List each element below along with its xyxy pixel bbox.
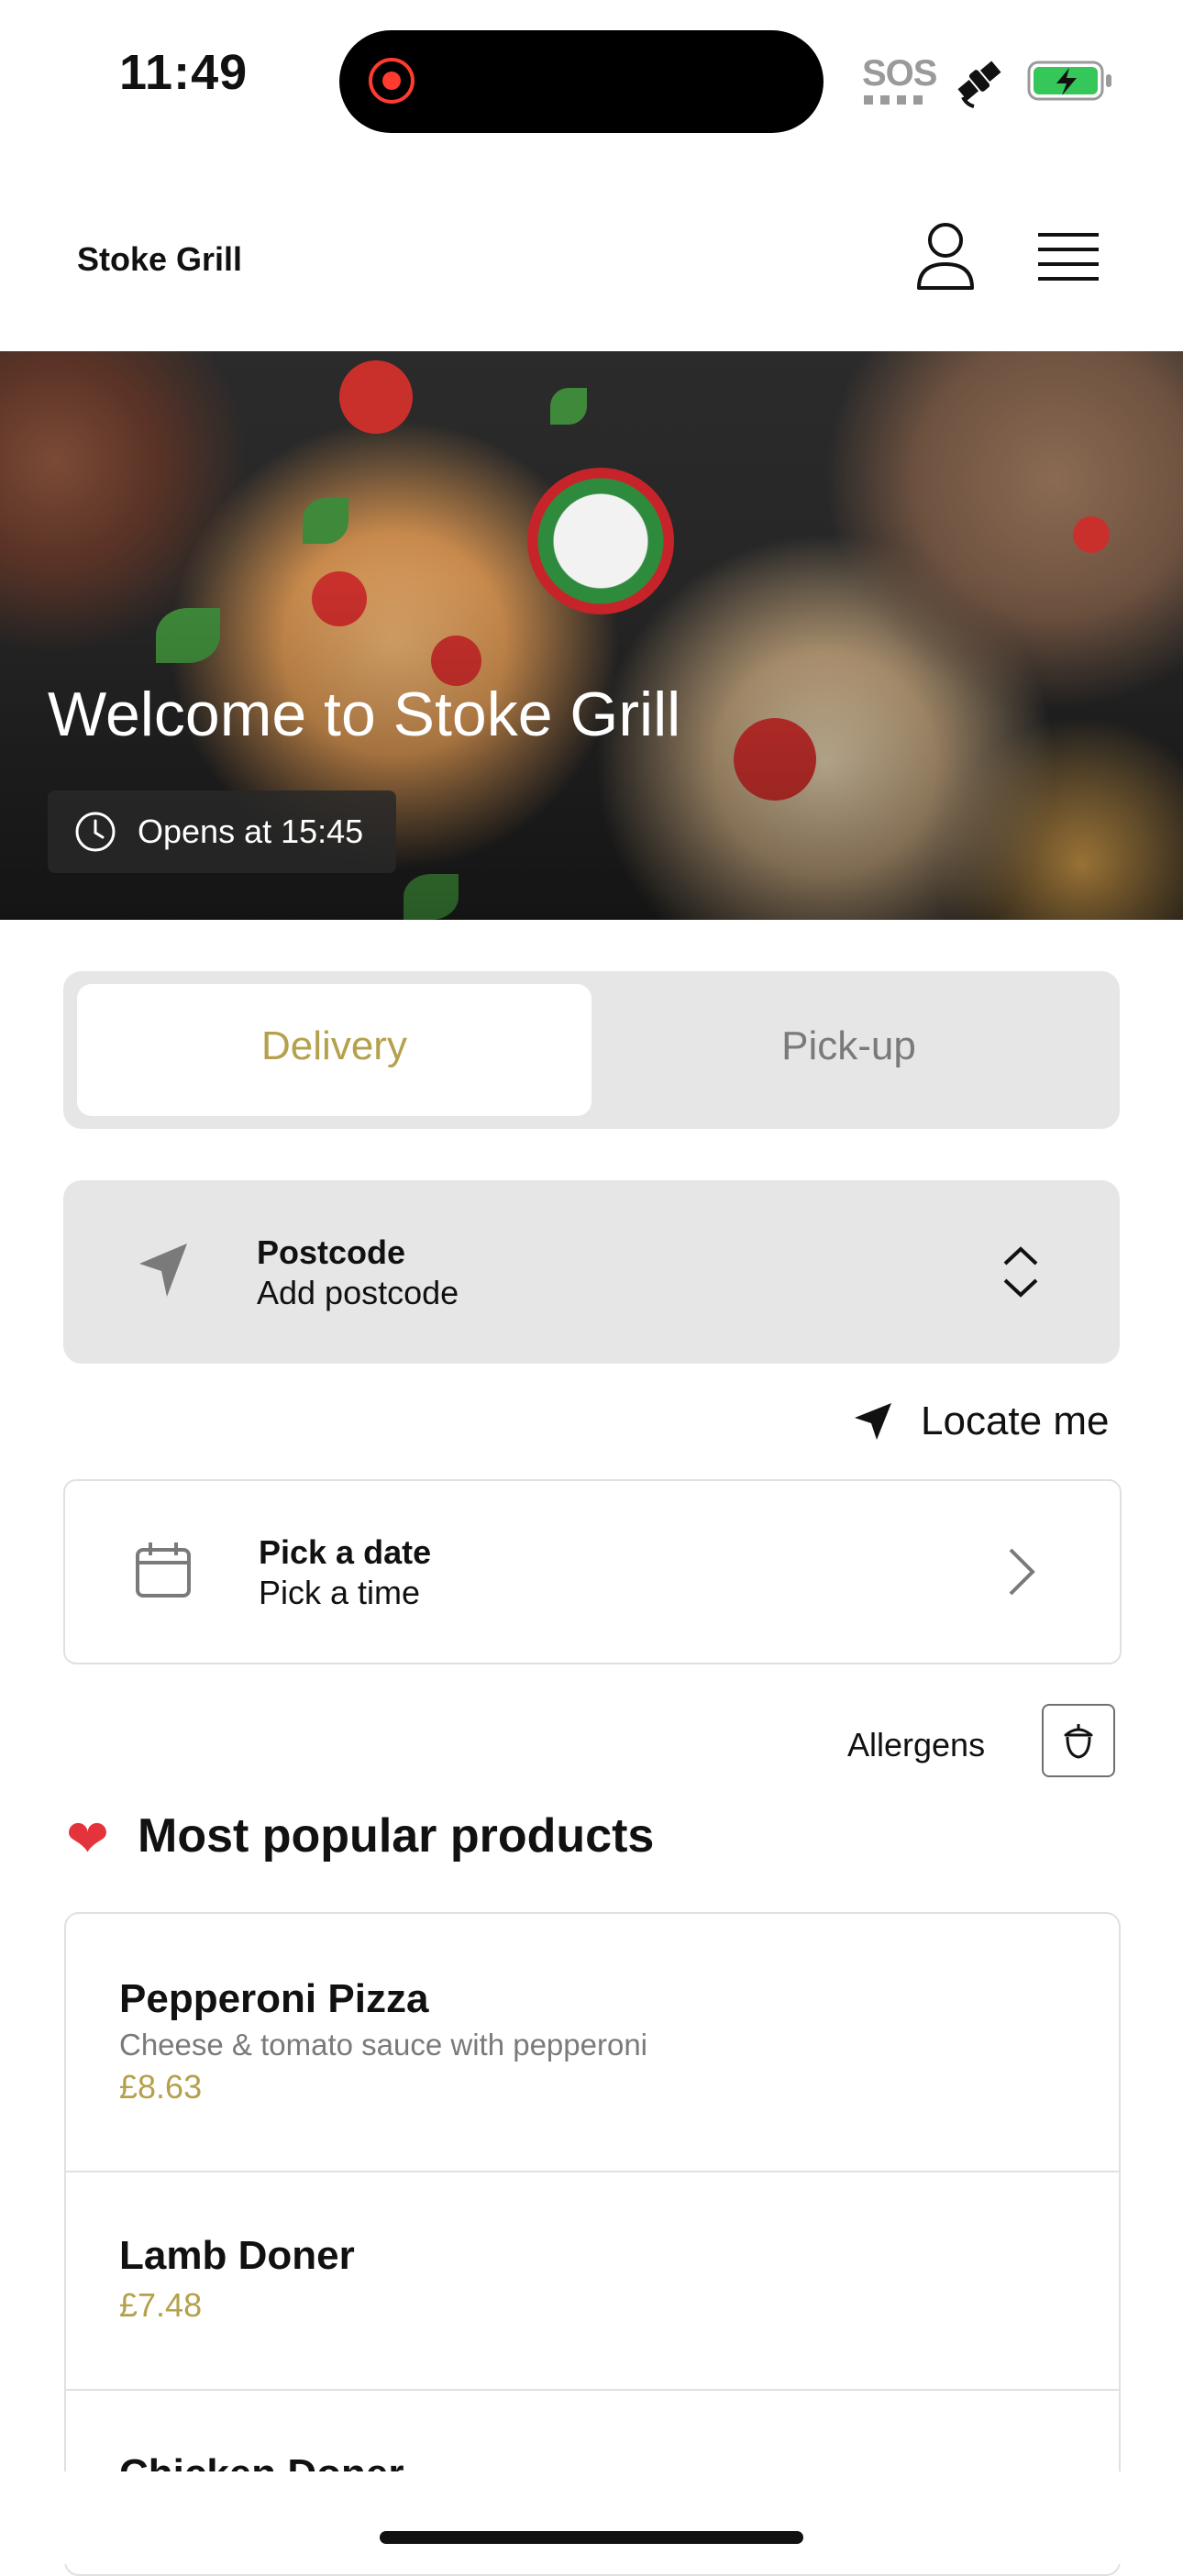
satellite-icon bbox=[957, 61, 1001, 108]
product-description: Cheese & tomato sauce with pepperoni bbox=[119, 2028, 648, 2062]
locate-me-label: Locate me bbox=[921, 1399, 1110, 1443]
signal-dots-icon bbox=[864, 95, 923, 105]
postcode-selector[interactable] bbox=[63, 1180, 1120, 1364]
schedule-picker[interactable] bbox=[63, 1479, 1122, 1664]
chevron-up-down-icon bbox=[1003, 1246, 1038, 1298]
menu-icon[interactable] bbox=[1038, 231, 1099, 284]
allergens-button[interactable] bbox=[1042, 1704, 1115, 1777]
product-price: £8.63 bbox=[119, 2068, 203, 2106]
locate-me-button[interactable]: Locate me bbox=[853, 1398, 1119, 1445]
home-indicator[interactable] bbox=[380, 2531, 803, 2544]
product-price: £7.48 bbox=[119, 2286, 203, 2324]
calendar-icon bbox=[136, 1542, 191, 1598]
navigation-arrow-icon bbox=[139, 1244, 187, 1297]
opening-hours-text: Opens at 15:45 bbox=[138, 813, 364, 850]
pick-time-label: Pick a time bbox=[259, 1574, 421, 1611]
opening-hours-badge: Opens at 15:45 bbox=[48, 790, 396, 873]
section-title: Most popular products bbox=[138, 1809, 655, 1863]
battery-icon bbox=[1027, 61, 1111, 101]
user-icon[interactable] bbox=[913, 220, 978, 293]
product-name: Pepperoni Pizza bbox=[119, 1976, 429, 2021]
brand-name[interactable]: Stoke Grill bbox=[77, 240, 242, 279]
home-indicator-area bbox=[0, 2471, 1183, 2564]
sos-indicator: SOS bbox=[862, 53, 937, 94]
chevron-right-icon bbox=[1009, 1548, 1035, 1596]
tab-delivery[interactable]: Delivery bbox=[77, 1023, 592, 1069]
postcode-label: Postcode bbox=[257, 1233, 406, 1271]
product-card[interactable]: Lamb Doner £7.48 bbox=[66, 2172, 1119, 2391]
product-card[interactable]: Pepperoni Pizza Cheese & tomato sauce wi… bbox=[66, 1914, 1119, 2172]
welcome-heading: Welcome to Stoke Grill bbox=[48, 680, 681, 749]
clock-icon bbox=[75, 812, 116, 852]
record-icon bbox=[369, 58, 415, 104]
product-name: Lamb Doner bbox=[119, 2233, 355, 2278]
status-time: 11:49 bbox=[119, 45, 249, 100]
restaurant-logo bbox=[527, 468, 674, 614]
postcode-value: Add postcode bbox=[257, 1274, 459, 1311]
tab-pick-up[interactable]: Pick-up bbox=[592, 1023, 1106, 1069]
heart-icon: ❤ bbox=[66, 1809, 109, 1867]
pick-date-label: Pick a date bbox=[259, 1533, 432, 1571]
allergens-label: Allergens bbox=[847, 1726, 986, 1763]
location-arrow-icon bbox=[855, 1403, 891, 1440]
allergen-icon bbox=[1064, 1724, 1093, 1759]
